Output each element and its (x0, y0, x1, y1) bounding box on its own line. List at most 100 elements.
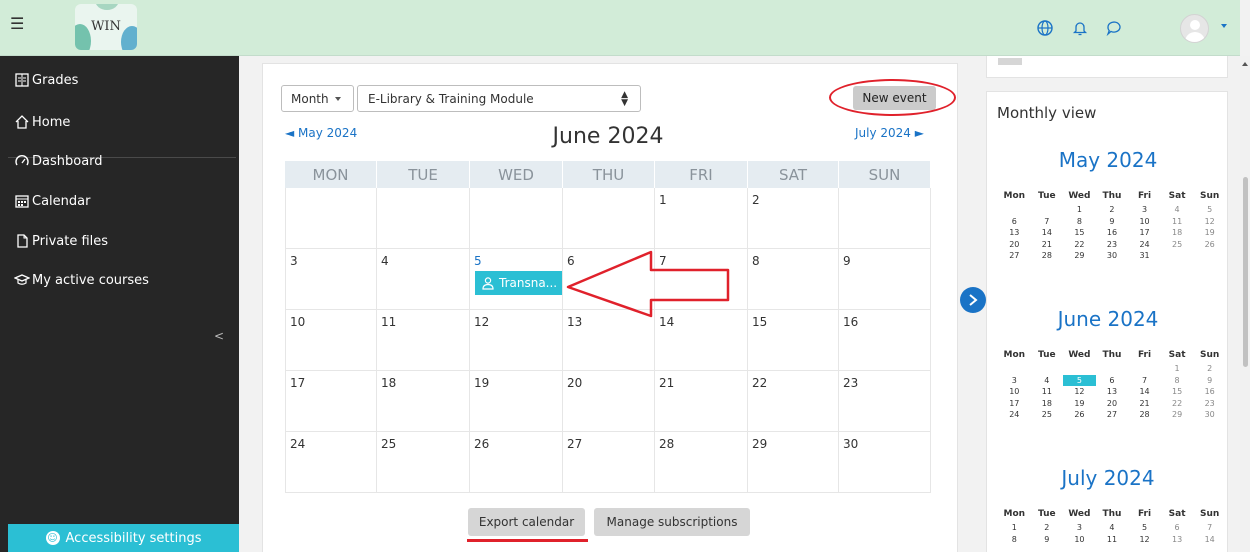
empty-day-cell[interactable] (470, 188, 563, 249)
mini-day[interactable]: 20 (1096, 398, 1129, 410)
day-cell[interactable]: 6 (563, 249, 655, 310)
day-cell[interactable]: 13 (563, 310, 655, 371)
mini-day[interactable]: 7 (1193, 522, 1226, 534)
mini-day[interactable]: 25 (1161, 239, 1194, 251)
day-cell[interactable]: 12 (470, 310, 563, 371)
mini-day[interactable]: 2 (1096, 204, 1129, 216)
day-cell[interactable]: 9 (839, 249, 931, 310)
site-logo[interactable]: WIN (75, 4, 137, 50)
mini-day[interactable]: 20 (998, 239, 1031, 251)
day-cell[interactable]: 7 (655, 249, 748, 310)
empty-day-cell[interactable] (285, 188, 377, 249)
mini-day[interactable]: 30 (1193, 409, 1226, 421)
mini-day[interactable]: 4 (1096, 522, 1129, 534)
mini-day[interactable]: 1 (1063, 204, 1096, 216)
day-cell[interactable]: 24 (285, 432, 377, 493)
mini-day[interactable]: 11 (1161, 216, 1194, 228)
mini-day[interactable]: 14 (1031, 227, 1064, 239)
mini-day[interactable]: 30 (1096, 250, 1129, 262)
day-cell[interactable]: 19 (470, 371, 563, 432)
sidebar-item-dashboard[interactable]: Dashboard (14, 149, 103, 173)
day-cell[interactable]: 30 (839, 432, 931, 493)
day-cell[interactable]: 17 (285, 371, 377, 432)
mini-day[interactable]: 2 (1031, 522, 1064, 534)
mini-day[interactable]: 23 (1193, 398, 1226, 410)
mini-day[interactable]: 7 (1031, 216, 1064, 228)
mini-day[interactable]: 14 (1193, 534, 1226, 546)
mini-day[interactable]: 13 (1096, 386, 1129, 398)
manage-subscriptions-button[interactable]: Manage subscriptions (594, 508, 750, 536)
empty-day-cell[interactable] (563, 188, 655, 249)
mini-day[interactable]: 5 (1128, 522, 1161, 534)
mini-day[interactable]: 26 (1063, 409, 1096, 421)
menu-icon[interactable]: ☰ (10, 14, 24, 33)
scrollbar-thumb[interactable] (1243, 177, 1248, 367)
mini-day[interactable]: 24 (1128, 239, 1161, 251)
chat-icon[interactable] (1105, 19, 1123, 37)
mini-day[interactable]: 22 (1161, 398, 1194, 410)
chevron-left-icon[interactable]: < (214, 329, 224, 343)
mini-day[interactable]: 9 (1193, 375, 1226, 387)
day-cell[interactable]: 23 (839, 371, 931, 432)
mini-day[interactable]: 8 (1063, 216, 1096, 228)
mini-day[interactable]: 8 (998, 534, 1031, 546)
mini-day[interactable]: 16 (1096, 227, 1129, 239)
sidebar-item-grades[interactable]: Grades (14, 68, 78, 92)
day-cell[interactable]: 11 (377, 310, 470, 371)
day-cell[interactable]: 8 (748, 249, 839, 310)
mini-day[interactable]: 10 (1128, 216, 1161, 228)
mini-day[interactable]: 27 (998, 250, 1031, 262)
mini-day[interactable]: 6 (998, 216, 1031, 228)
mini-day[interactable]: 13 (998, 227, 1031, 239)
mini-day[interactable]: 29 (1161, 409, 1194, 421)
mini-day[interactable]: 17 (1128, 227, 1161, 239)
mini-day[interactable]: 28 (1031, 250, 1064, 262)
day-cell[interactable]: 28 (655, 432, 748, 493)
globe-icon[interactable] (1036, 19, 1054, 37)
mini-day[interactable]: 15 (1063, 227, 1096, 239)
mini-day[interactable]: 2 (1193, 363, 1226, 375)
mini-day[interactable]: 4 (1031, 375, 1064, 387)
mini-day[interactable]: 5 (1063, 374, 1096, 386)
chevron-down-icon[interactable] (1221, 24, 1227, 28)
mini-day[interactable]: 24 (998, 409, 1031, 421)
mini-day[interactable]: 23 (1096, 239, 1129, 251)
day-cell[interactable]: 16 (839, 310, 931, 371)
mini-day[interactable]: 9 (1031, 534, 1064, 546)
mini-day[interactable]: 5 (1193, 204, 1226, 216)
day-cell[interactable]: 14 (655, 310, 748, 371)
mini-day[interactable]: 22 (1063, 239, 1096, 251)
mini-day[interactable]: 17 (998, 398, 1031, 410)
previous-month-link[interactable]: ◄ May 2024 (285, 126, 357, 140)
mini-day[interactable]: 19 (1063, 398, 1096, 410)
mini-day[interactable]: 16 (1193, 386, 1226, 398)
mini-day[interactable]: 19 (1193, 227, 1226, 239)
mini-day[interactable]: 12 (1193, 216, 1226, 228)
mini-day[interactable]: 3 (1063, 522, 1096, 534)
mini-day[interactable]: 18 (1161, 227, 1194, 239)
mini-day[interactable]: 14 (1128, 386, 1161, 398)
mini-day[interactable]: 31 (1128, 250, 1161, 262)
view-select[interactable]: Month (281, 85, 354, 112)
mini-month-title[interactable]: May 2024 (993, 148, 1223, 172)
accessibility-settings-button[interactable]: ☺ Accessibility settings (8, 524, 239, 552)
day-cell[interactable]: 3 (285, 249, 377, 310)
mini-month-title[interactable]: July 2024 (993, 466, 1223, 490)
sidebar-item-private-files[interactable]: Private files (14, 229, 108, 253)
day-cell[interactable]: 10 (285, 310, 377, 371)
day-cell[interactable]: 1 (655, 188, 748, 249)
day-cell[interactable]: 25 (377, 432, 470, 493)
mini-day[interactable]: 29 (1063, 250, 1096, 262)
mini-day[interactable]: 3 (1128, 204, 1161, 216)
day-cell[interactable]: 26 (470, 432, 563, 493)
mini-day[interactable]: 4 (1161, 204, 1194, 216)
mini-day[interactable]: 10 (998, 386, 1031, 398)
mini-day[interactable]: 8 (1161, 375, 1194, 387)
mini-day[interactable]: 10 (1063, 534, 1096, 546)
day-cell[interactable]: 20 (563, 371, 655, 432)
user-avatar[interactable] (1180, 14, 1209, 43)
mini-day[interactable]: 21 (1031, 239, 1064, 251)
mini-day[interactable]: 11 (1031, 386, 1064, 398)
mini-day[interactable]: 12 (1128, 534, 1161, 546)
mini-day[interactable]: 27 (1096, 409, 1129, 421)
